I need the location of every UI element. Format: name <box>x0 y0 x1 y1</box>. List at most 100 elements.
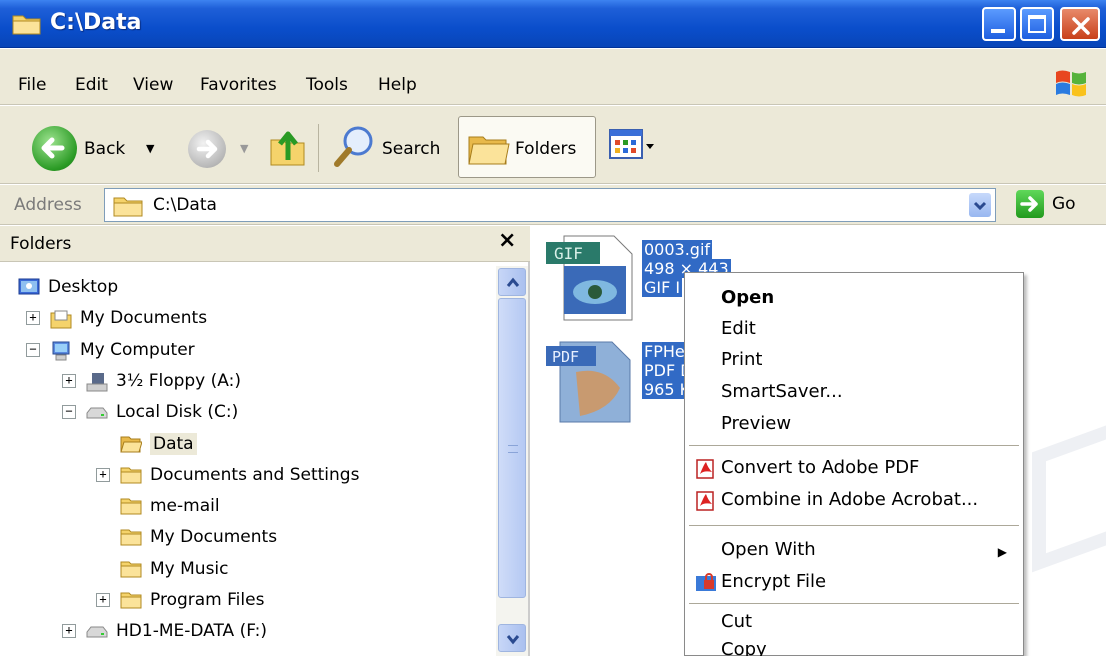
disk-icon <box>86 622 108 640</box>
forward-button[interactable] <box>188 130 226 168</box>
folder-icon <box>120 528 142 546</box>
gif-file-icon: GIF <box>546 235 633 321</box>
maximize-icon <box>1028 15 1046 33</box>
file-name: FPHe <box>642 342 687 361</box>
desktop-icon <box>18 278 40 296</box>
menu-edit[interactable]: Edit <box>75 75 108 95</box>
folder-open-icon <box>120 435 143 453</box>
disk-icon <box>86 403 108 421</box>
tree-item[interactable]: me-mail <box>96 491 220 521</box>
tree-item[interactable]: + HD1-ME-DATA (F:) <box>62 616 267 646</box>
minimize-icon <box>991 29 1005 33</box>
menu-item-open-with[interactable]: Open With <box>721 539 816 560</box>
views-button[interactable] <box>608 126 656 166</box>
my-computer-icon <box>50 341 72 361</box>
background-watermark <box>1032 419 1106 573</box>
svg-text:PDF: PDF <box>552 348 579 366</box>
tree-item[interactable]: + Documents and Settings <box>96 460 359 490</box>
floppy-icon <box>86 372 108 392</box>
scroll-thumb[interactable] <box>498 298 526 598</box>
window-title: C:\Data <box>50 10 142 35</box>
tree-item[interactable]: − Local Disk (C:) <box>62 397 238 427</box>
expand-icon[interactable]: + <box>26 311 40 326</box>
tree-item[interactable]: My Documents <box>96 522 277 552</box>
minimize-button[interactable] <box>982 7 1016 41</box>
tree-item-label: My Music <box>150 558 229 579</box>
menu-file[interactable]: File <box>18 75 46 95</box>
address-bar: Address C:\Data <box>0 185 1106 225</box>
toolbar-separator <box>318 124 319 172</box>
folders-button[interactable]: Folders <box>458 116 596 178</box>
adobe-acrobat-icon <box>696 491 714 511</box>
my-documents-icon <box>50 309 72 329</box>
expand-icon[interactable]: + <box>96 593 110 607</box>
folder-icon <box>113 197 143 217</box>
go-label[interactable]: Go <box>1052 194 1076 214</box>
address-dropdown-button[interactable] <box>969 193 991 217</box>
menu-item-convert-pdf[interactable]: Convert to Adobe PDF <box>721 457 919 478</box>
vertical-scrollbar[interactable] <box>496 266 528 656</box>
tree-item-label: me-mail <box>150 496 220 517</box>
go-button[interactable] <box>1016 190 1044 218</box>
address-field[interactable]: C:\Data <box>104 188 996 222</box>
tree-item[interactable]: +3½ Floppy (A:) <box>62 366 241 396</box>
scroll-up-button[interactable] <box>498 268 526 296</box>
search-icon[interactable] <box>332 124 376 170</box>
up-folder-icon[interactable] <box>268 124 308 168</box>
menu-item-copy[interactable]: Copy <box>721 639 767 656</box>
context-menu: Open Edit Print SmartSaver... Preview Co… <box>684 272 1024 656</box>
tree-item[interactable]: + Program Files <box>96 585 264 615</box>
tree-item-label: Local Disk (C:) <box>116 402 239 423</box>
close-button[interactable] <box>1060 7 1100 41</box>
address-path: C:\Data <box>153 195 217 215</box>
adobe-pdf-icon <box>696 459 714 479</box>
chevron-down-icon <box>973 201 987 211</box>
scroll-down-button[interactable] <box>498 624 526 652</box>
tree-item-label: 3½ Floppy (A:) <box>116 370 241 391</box>
menu-view[interactable]: View <box>133 75 173 95</box>
tree-item-label: Desktop <box>48 277 119 297</box>
maximize-button[interactable] <box>1020 7 1054 41</box>
folder-icon <box>120 560 142 578</box>
forward-dropdown-icon[interactable]: ▼ <box>240 142 248 155</box>
scroll-grip-icon <box>508 445 518 453</box>
expand-icon[interactable]: + <box>62 624 76 639</box>
collapse-icon[interactable]: − <box>62 405 76 420</box>
tree-item-label: HD1-ME-DATA (F:) <box>116 621 268 642</box>
tree-item[interactable]: + My Documents <box>26 303 207 333</box>
tree-item[interactable]: Data <box>96 429 197 459</box>
collapse-icon[interactable]: − <box>26 342 40 357</box>
pdf-file-icon: PDF <box>546 341 631 423</box>
tree-item[interactable]: − My Computer <box>26 335 195 365</box>
menu-item-preview[interactable]: Preview <box>721 413 791 434</box>
expand-icon[interactable]: + <box>62 373 76 388</box>
back-button[interactable] <box>32 126 77 171</box>
menu-item-encrypt[interactable]: Encrypt File <box>721 571 826 592</box>
folders-icon <box>468 136 510 165</box>
menu-item-smartsaver[interactable]: SmartSaver... <box>721 381 843 402</box>
search-label[interactable]: Search <box>382 139 440 159</box>
menu-item-print[interactable]: Print <box>721 349 762 370</box>
menu-item-cut[interactable]: Cut <box>721 611 752 632</box>
file-type: GIF I <box>642 278 683 297</box>
folder-pane-header: Folders × <box>0 226 530 262</box>
title-bar[interactable]: C:\Data <box>0 0 1106 48</box>
menu-help[interactable]: Help <box>378 75 417 95</box>
views-icon <box>609 129 654 159</box>
tree-item[interactable]: Desktop <box>18 272 118 302</box>
menu-item-edit[interactable]: Edit <box>721 318 756 339</box>
expand-icon[interactable]: + <box>96 467 110 482</box>
folder-pane-close-icon[interactable]: × <box>498 228 516 253</box>
menu-tools[interactable]: Tools <box>306 75 348 95</box>
menu-item-open[interactable]: Open <box>721 287 774 308</box>
back-label[interactable]: Back <box>84 139 125 159</box>
tree-item[interactable]: My Music <box>96 554 229 584</box>
menu-favorites[interactable]: Favorites <box>200 75 277 95</box>
file-name: 0003.gif <box>642 240 713 259</box>
toolbar: Back ▼ ▼ Search Folders <box>0 106 1106 184</box>
menu-bar: File Edit View Favorites Tools Help <box>0 49 1106 105</box>
folder-pane-title: Folders <box>10 234 72 254</box>
chevron-up-icon <box>506 277 520 287</box>
back-dropdown-icon[interactable]: ▼ <box>146 142 154 155</box>
menu-item-combine-acrobat[interactable]: Combine in Adobe Acrobat... <box>721 489 978 510</box>
